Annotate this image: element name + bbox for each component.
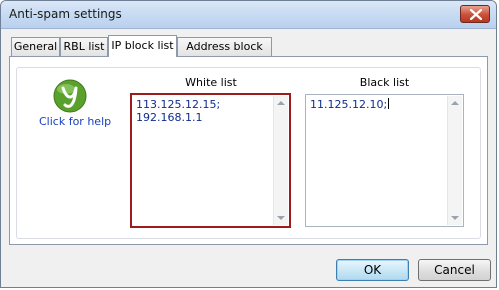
black-list-textarea[interactable]: 11.125.12.10; — [305, 94, 464, 227]
black-list-text: 11.125.12.10; — [310, 98, 390, 111]
close-button[interactable] — [460, 5, 490, 23]
white-list-scrollbar[interactable] — [273, 96, 288, 225]
black-list-value: 11.125.12.10; — [310, 98, 388, 111]
close-icon — [470, 9, 482, 20]
tab-address-block-list[interactable]: Address block list — [177, 37, 272, 70]
title-bar[interactable]: Anti-spam settings — [1, 1, 496, 29]
ok-button[interactable]: OK — [336, 259, 409, 281]
white-list-value: 113.125.12.15; 192.168.1.1 — [136, 98, 221, 124]
black-list-label: Black list — [359, 76, 410, 89]
scroll-up-icon[interactable] — [451, 101, 459, 105]
window-title: Anti-spam settings — [9, 7, 122, 21]
cancel-button[interactable]: Cancel — [418, 259, 491, 281]
scroll-up-icon[interactable] — [277, 101, 285, 105]
white-list-label: White list — [185, 76, 237, 89]
tab-rbl-list[interactable]: RBL list — [60, 37, 108, 56]
text-caret — [388, 98, 390, 109]
click-for-help-link[interactable]: Click for help — [39, 115, 111, 128]
black-list-scrollbar[interactable] — [447, 96, 462, 225]
anti-spam-settings-window: Anti-spam settings General RBL list IP b… — [0, 0, 497, 288]
scroll-down-icon[interactable] — [451, 216, 459, 220]
white-list-textarea[interactable]: 113.125.12.15; 192.168.1.1 — [130, 93, 291, 228]
spam-shield-icon[interactable] — [51, 77, 89, 115]
scroll-down-icon[interactable] — [277, 216, 285, 220]
tab-general[interactable]: General — [11, 37, 60, 56]
tab-ip-block-list[interactable]: IP block list — [108, 35, 177, 57]
